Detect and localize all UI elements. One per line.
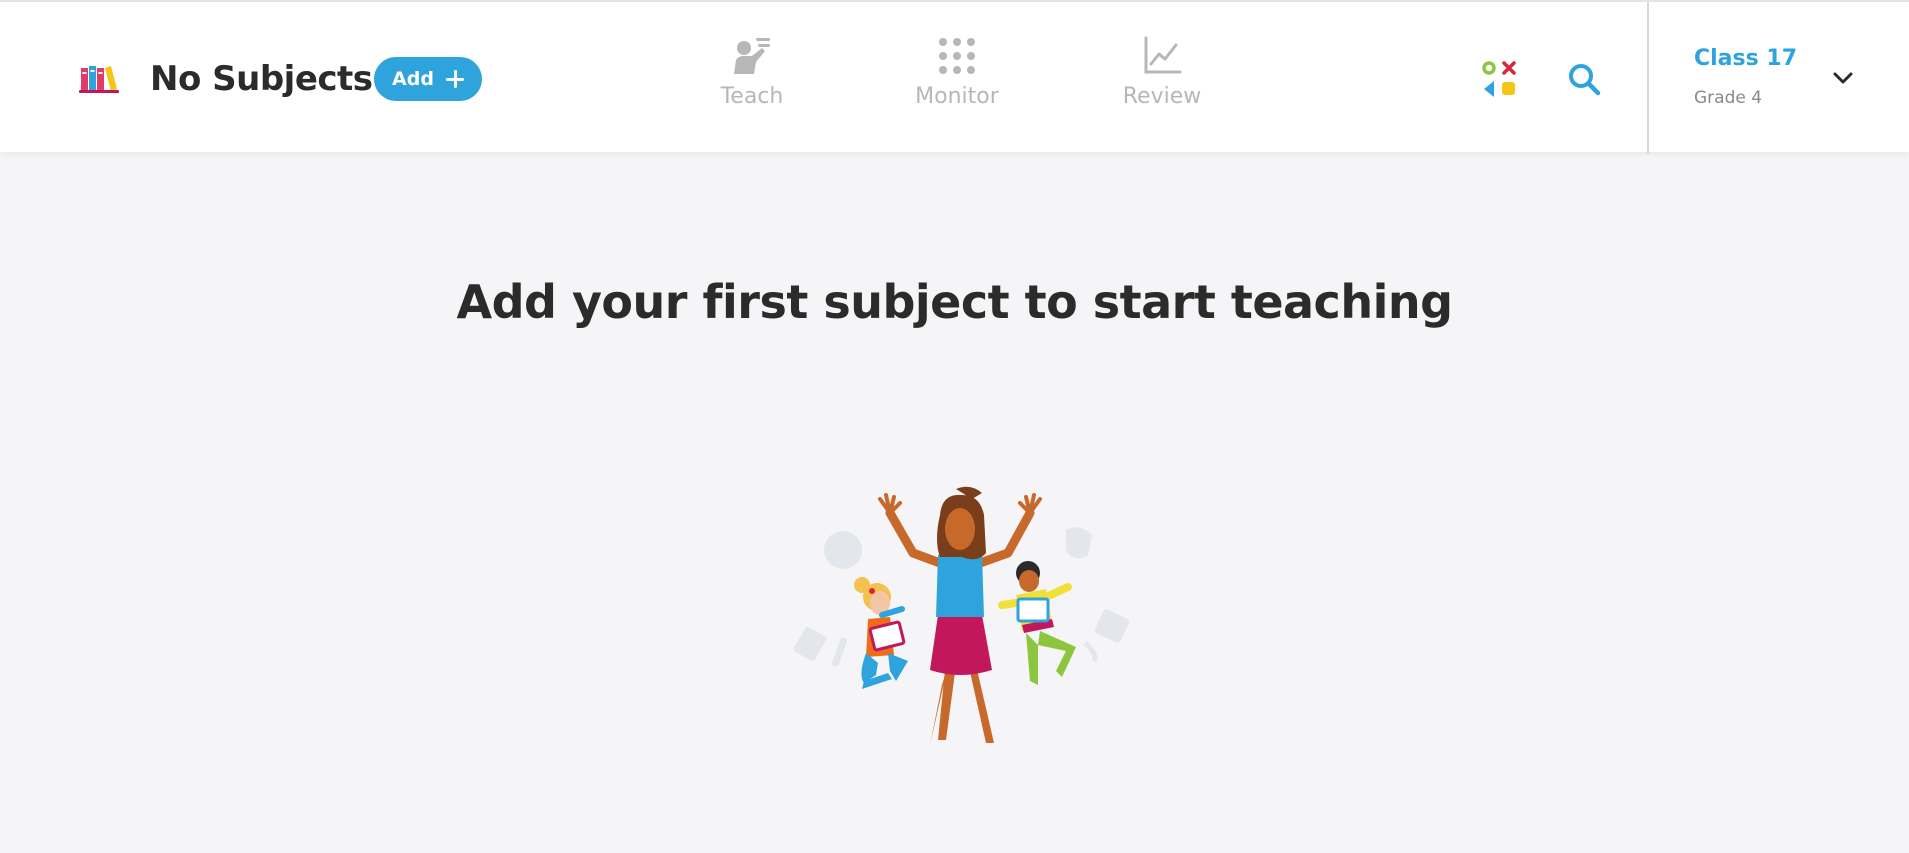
monitor-grid-icon	[939, 38, 975, 74]
nav-monitor-label: Monitor	[915, 84, 999, 109]
empty-state-heading: Add your first subject to start teaching	[456, 275, 1453, 329]
nav-review[interactable]: Review	[1092, 34, 1232, 124]
add-subject-button[interactable]: Add	[374, 57, 482, 101]
shapes-apps-icon[interactable]	[1480, 59, 1520, 99]
class-name: Class 17	[1694, 46, 1797, 71]
teach-icon	[734, 38, 770, 74]
class-selector[interactable]: Class 17 Grade 4	[1649, 2, 1909, 154]
books-icon	[79, 66, 119, 93]
top-bar: No Subjects Add Teach Monitor Review Cla…	[0, 0, 1909, 154]
nav-monitor[interactable]: Monitor	[887, 34, 1027, 124]
teacher-students-illustration	[793, 486, 1130, 747]
plus-icon	[445, 70, 464, 88]
add-button-label: Add	[392, 68, 434, 90]
search-icon[interactable]	[1567, 62, 1601, 96]
nav-teach[interactable]: Teach	[682, 34, 822, 124]
nav-teach-label: Teach	[720, 84, 784, 109]
chevron-down-icon	[1833, 72, 1853, 84]
nav-review-label: Review	[1122, 84, 1202, 109]
subject-title: No Subjects	[150, 59, 373, 99]
review-chart-icon	[1144, 36, 1182, 74]
class-grade: Grade 4	[1694, 88, 1763, 108]
